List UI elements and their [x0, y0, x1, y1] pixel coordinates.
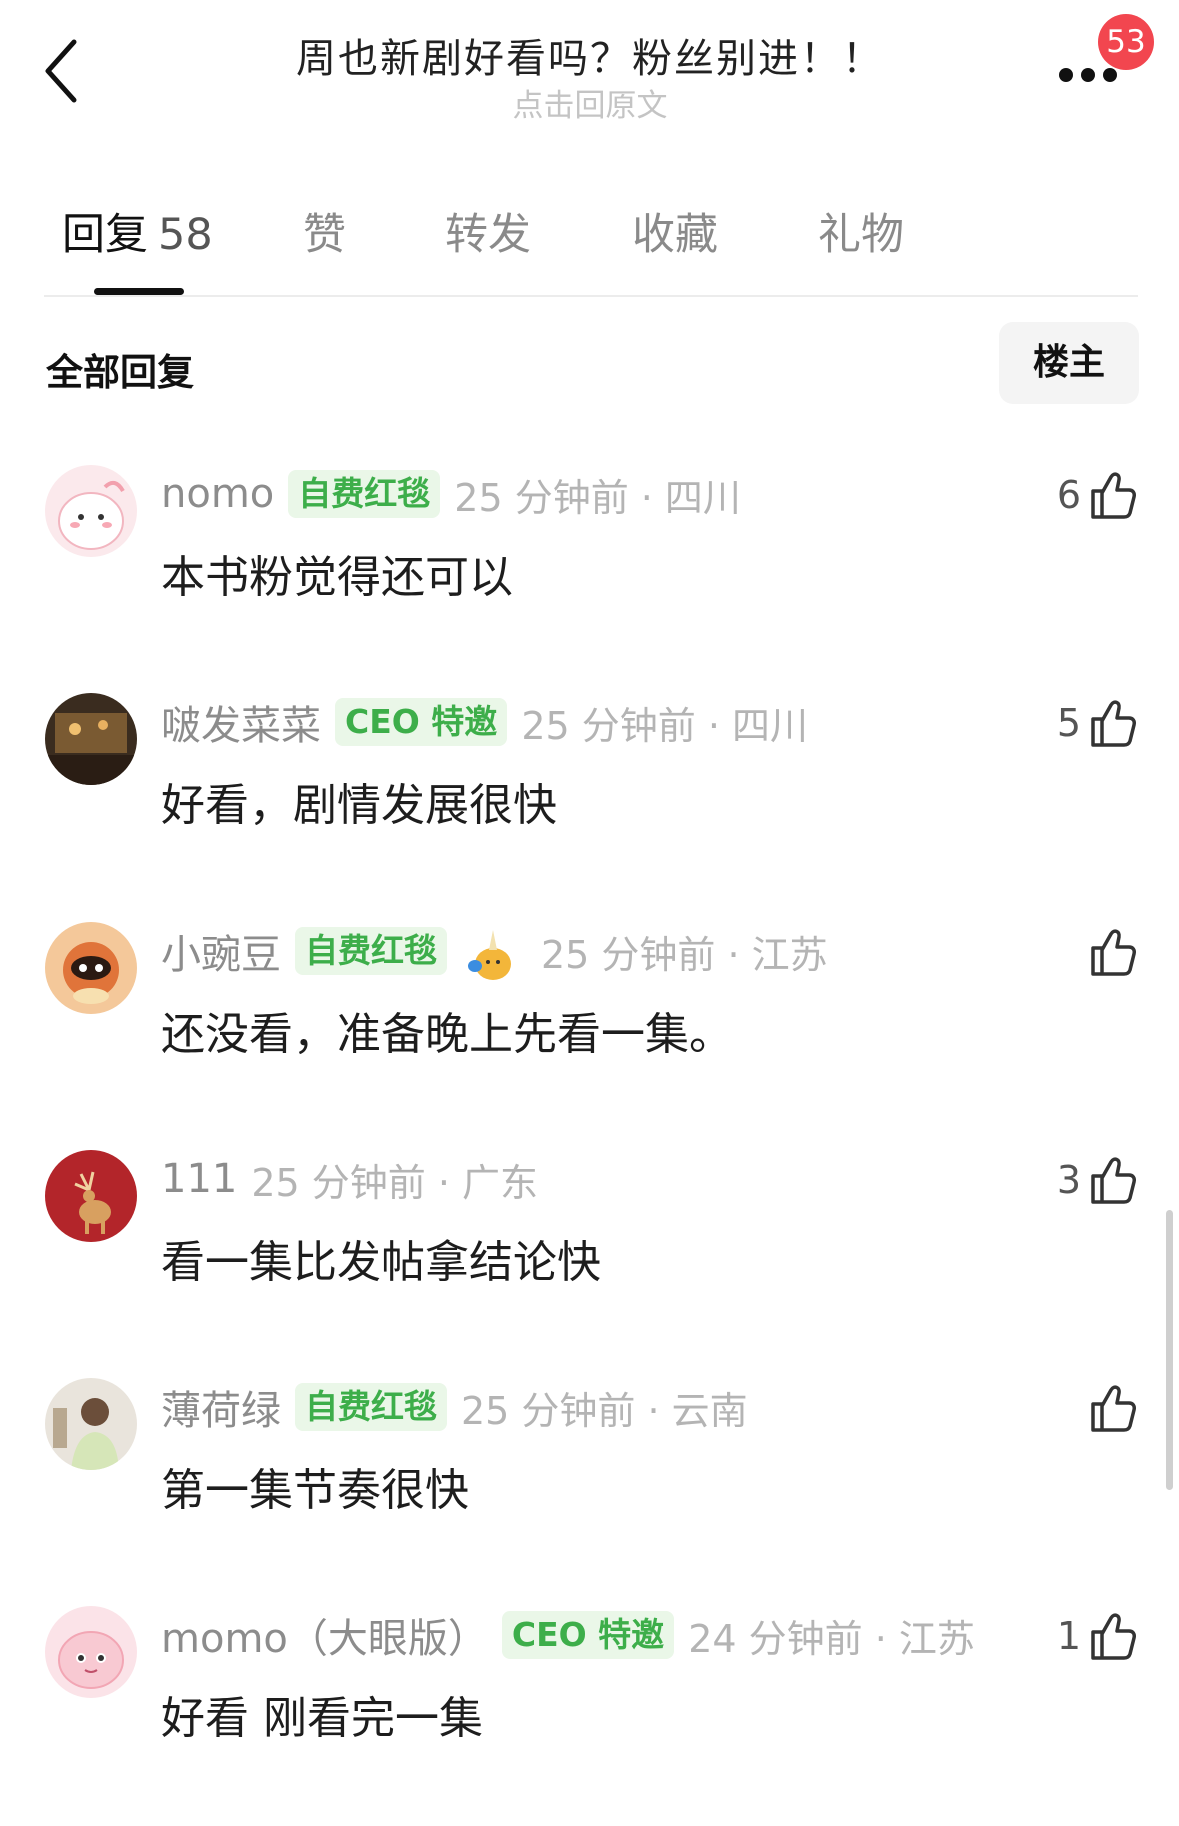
raccoon-avatar-icon — [45, 922, 137, 1014]
tab-gifts[interactable]: 礼物 — [818, 200, 904, 262]
chevron-left-icon — [45, 39, 77, 103]
avatar[interactable] — [45, 1150, 137, 1242]
view-original-link[interactable]: 点击回原文 — [180, 80, 1000, 125]
thumbs-up-icon — [1091, 929, 1136, 976]
user-tag: 自费红毯 — [295, 927, 447, 975]
comment-item: momo（大眼版） CEO 特邀 24 分钟前 · 江苏 好看 刚看完一集 1 — [0, 1606, 1179, 1826]
comment-item: 小豌豆 自费红毯 25 分钟前 · 江苏 还没看，准备晚上先看一集。 — [0, 922, 1179, 1142]
user-tag: CEO 特邀 — [501, 1611, 675, 1659]
more-icon — [1059, 68, 1073, 82]
thumbs-up-icon — [1091, 700, 1136, 747]
comment-item: nomo 自费红毯 25 分钟前 · 四川 本书粉觉得还可以 6 — [0, 465, 1179, 685]
tab-replies-label: 回复 — [62, 210, 148, 260]
active-tab-indicator — [94, 288, 184, 295]
comment-time-location: 25 分钟前 · 江苏 — [541, 932, 828, 977]
deer-avatar-icon — [45, 1150, 137, 1242]
op-only-filter-button[interactable]: 楼主 — [999, 322, 1139, 404]
comment-text: 好看 刚看完一集 — [161, 1693, 483, 1744]
notification-badge: 53 — [1098, 14, 1154, 70]
comment-item: 啵发菜菜 CEO 特邀 25 分钟前 · 四川 好看，剧情发展很快 5 — [0, 693, 1179, 913]
like-count: 1 — [1056, 1614, 1081, 1658]
comment-time-location: 25 分钟前 · 广东 — [251, 1160, 539, 1205]
like-count: 6 — [1056, 473, 1081, 517]
username[interactable]: momo（大眼版） — [161, 1606, 488, 1664]
avatar[interactable] — [45, 465, 137, 557]
photo-avatar-icon — [45, 693, 137, 785]
user-tag: CEO 特邀 — [335, 698, 508, 746]
like-count: 5 — [1056, 701, 1081, 745]
section-title: 全部回复 — [46, 351, 194, 394]
mascot-sticker-icon — [468, 930, 511, 980]
tab-reposts[interactable]: 转发 — [445, 200, 531, 262]
comment-text: 还没看，准备晚上先看一集。 — [161, 1009, 733, 1060]
comment-text: 本书粉觉得还可以 — [161, 552, 513, 603]
back-button[interactable] — [42, 36, 102, 106]
username[interactable]: nomo — [161, 471, 274, 517]
tab-replies-count: 58 — [158, 210, 213, 260]
user-tag: 自费红毯 — [288, 470, 441, 518]
user-tag: 自费红毯 — [295, 1383, 447, 1431]
tab-favorites[interactable]: 收藏 — [632, 200, 718, 262]
avatar[interactable] — [45, 1606, 137, 1698]
comment-text: 第一集节奏很快 — [161, 1465, 469, 1516]
comment-time-location: 25 分钟前 · 四川 — [521, 703, 808, 748]
comment-text: 看一集比发帖拿结论快 — [161, 1237, 601, 1288]
comment-text: 好看，剧情发展很快 — [161, 780, 557, 831]
page-title: 周也新剧好看吗？粉丝别进！！ — [296, 36, 884, 82]
like-button[interactable]: 1 — [1057, 1606, 1139, 1666]
avatar[interactable] — [45, 922, 137, 1014]
divider — [44, 295, 1138, 297]
scrollbar[interactable] — [1166, 1210, 1173, 1490]
tab-likes[interactable]: 赞 — [303, 200, 346, 262]
like-button[interactable] — [1087, 922, 1139, 982]
tab-replies[interactable]: 回复 58 — [62, 200, 213, 262]
pink-blob-avatar-icon — [45, 1606, 137, 1698]
thumbs-up-icon — [1091, 1157, 1136, 1204]
comment-item: 薄荷绿 自费红毯 25 分钟前 · 云南 第一集节奏很快 — [0, 1378, 1179, 1598]
like-count: 3 — [1056, 1158, 1081, 1202]
thumbs-up-icon — [1091, 472, 1136, 519]
username[interactable]: 小豌豆 — [161, 922, 281, 980]
comment-time-location: 24 分钟前 · 江苏 — [688, 1616, 975, 1661]
like-button[interactable]: 5 — [1057, 693, 1139, 753]
like-button[interactable]: 3 — [1057, 1150, 1139, 1210]
avatar[interactable] — [45, 1378, 137, 1470]
thumbs-up-icon — [1091, 1385, 1136, 1432]
username[interactable]: 薄荷绿 — [161, 1378, 281, 1436]
thumbs-up-icon — [1091, 1613, 1136, 1660]
pink-blob-avatar-icon — [45, 465, 137, 557]
comment-item: 111 25 分钟前 · 广东 看一集比发帖拿结论快 3 — [0, 1150, 1179, 1370]
like-button[interactable]: 6 — [1057, 465, 1139, 525]
username[interactable]: 啵发菜菜 — [161, 693, 321, 751]
username[interactable]: 111 — [161, 1156, 237, 1202]
comment-time-location: 25 分钟前 · 云南 — [461, 1388, 748, 1433]
avatar[interactable] — [45, 693, 137, 785]
like-button[interactable] — [1087, 1378, 1139, 1438]
comment-time-location: 25 分钟前 · 四川 — [454, 475, 741, 520]
photo-avatar-icon — [45, 1378, 137, 1470]
